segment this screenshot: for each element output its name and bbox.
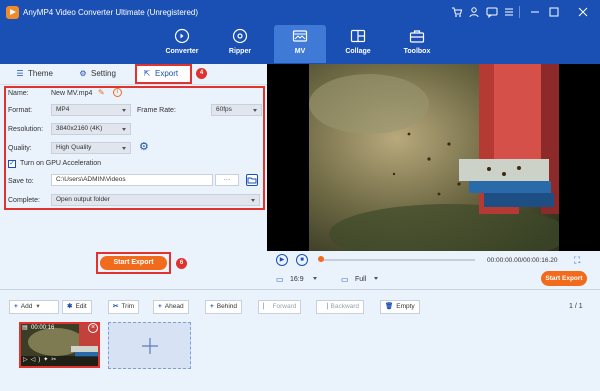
- behind-button[interactable]: + Behind: [205, 300, 243, 314]
- clip-controls: ▷◁)✦✂: [23, 356, 59, 363]
- export-icon: ⇱: [143, 69, 151, 78]
- minimize-icon[interactable]: [529, 6, 541, 18]
- add-clip-plus-icon: [142, 338, 158, 354]
- gpu-checkbox[interactable]: ✓: [8, 160, 16, 168]
- complete-label: Complete:: [8, 197, 40, 204]
- nav-mv[interactable]: MV: [274, 25, 326, 63]
- tab-theme[interactable]: ☰ Theme: [15, 66, 53, 82]
- open-folder-icon[interactable]: [246, 174, 258, 186]
- resolution-label: Resolution:: [8, 126, 44, 133]
- aspect-value[interactable]: 16:9: [290, 276, 304, 283]
- backward-button[interactable]: ⎹ Backward: [316, 300, 365, 314]
- aspect-dropdown-icon[interactable]: [313, 277, 317, 280]
- preview-start-export-button[interactable]: Start Export: [541, 271, 587, 286]
- page-indicator: 1 / 1: [569, 303, 583, 310]
- remove-clip-icon[interactable]: ×: [88, 323, 98, 333]
- play-icon[interactable]: ▶: [276, 254, 288, 266]
- clip-duration: 00:00:16: [31, 325, 55, 331]
- app-logo: [6, 6, 19, 19]
- empty-button[interactable]: 🗑 Empty: [380, 300, 420, 314]
- step-badge-4: 4: [196, 68, 207, 79]
- close-icon[interactable]: [577, 6, 589, 18]
- nav-converter[interactable]: Converter: [156, 25, 208, 63]
- converter-icon: [174, 28, 190, 44]
- forward-button[interactable]: ⎸ Forward: [258, 300, 302, 314]
- quality-label: Quality:: [8, 145, 32, 152]
- video-preview: [309, 64, 559, 251]
- browse-button[interactable]: ···: [215, 174, 239, 186]
- add-clip-placeholder[interactable]: [108, 322, 191, 369]
- saveto-path-input[interactable]: C:\Users\ADMIN\Videos: [51, 174, 213, 186]
- format-label: Format:: [8, 107, 33, 114]
- snapshot-icon[interactable]: ⛶: [574, 255, 580, 266]
- info-icon[interactable]: i: [113, 88, 122, 97]
- forward-icon: ⎸: [263, 303, 270, 310]
- monitor-icon: ▭: [341, 275, 349, 284]
- resolution-select[interactable]: 3840x2160 (4K): [51, 123, 131, 135]
- trim-button[interactable]: ✂ Trim: [108, 300, 140, 314]
- cart-icon[interactable]: [451, 6, 463, 18]
- collage-icon: [350, 29, 366, 43]
- plus-icon: +: [14, 303, 18, 310]
- window-title: AnyMP4 Video Converter Ultimate (Unregis…: [23, 8, 199, 17]
- toolbox-icon: [409, 30, 425, 43]
- film-icon: ▤: [22, 325, 28, 331]
- chat-icon[interactable]: [486, 6, 498, 19]
- time-display: 00:00:00.00/00:00:16.20: [487, 257, 558, 264]
- complete-select[interactable]: Open output folder: [51, 194, 260, 206]
- quality-settings-icon[interactable]: ⚙: [139, 141, 149, 153]
- mv-icon: [292, 30, 308, 42]
- menu-icon[interactable]: [503, 6, 515, 18]
- edit-button[interactable]: ✱ Edit: [62, 300, 92, 314]
- add-dropdown-icon: ▾: [36, 303, 40, 310]
- ripper-icon: [232, 28, 248, 44]
- ahead-icon: +: [158, 303, 162, 310]
- nav-collage[interactable]: Collage: [332, 25, 384, 63]
- theme-icon: ☰: [16, 69, 24, 78]
- add-button[interactable]: + Add ▾: [9, 300, 59, 314]
- gear-icon: ⚙: [79, 69, 87, 78]
- maximize-icon[interactable]: [548, 6, 560, 18]
- scissors-icon: ✂: [113, 303, 119, 310]
- clip-play-icon[interactable]: ▷: [23, 357, 31, 363]
- step-badge-6: 6: [176, 258, 187, 269]
- edit-name-icon[interactable]: ✎: [98, 88, 105, 97]
- edit-icon: ✱: [67, 303, 73, 310]
- backward-icon: ⎹: [321, 303, 328, 310]
- titlebar-divider: [519, 6, 520, 18]
- framerate-select[interactable]: 60fps: [211, 104, 262, 116]
- format-select[interactable]: MP4: [51, 104, 131, 116]
- trash-icon: 🗑: [385, 303, 394, 310]
- start-export-button[interactable]: Start Export: [100, 256, 167, 270]
- clip-trim-icon[interactable]: ✂: [51, 357, 59, 363]
- progress-knob[interactable]: [318, 256, 324, 262]
- user-icon[interactable]: [468, 6, 480, 18]
- tab-export[interactable]: ⇱ Export: [142, 66, 178, 82]
- progress-track[interactable]: [319, 259, 475, 261]
- name-label: Name:: [8, 90, 29, 97]
- tab-setting[interactable]: ⚙ Setting: [78, 66, 116, 82]
- stop-icon[interactable]: ■: [296, 254, 308, 266]
- ahead-button[interactable]: + Ahead: [153, 300, 189, 314]
- name-value: New MV.mp4: [51, 90, 93, 97]
- clip-volume-icon[interactable]: ◁): [31, 357, 44, 363]
- nav-toolbox[interactable]: Toolbox: [391, 25, 443, 63]
- gpu-label: Turn on GPU Acceleration: [20, 160, 102, 167]
- aspect-icon: ▭: [276, 275, 284, 284]
- framerate-label: Frame Rate:: [137, 107, 176, 114]
- nav-ripper[interactable]: Ripper: [214, 25, 266, 63]
- behind-icon: +: [210, 303, 214, 310]
- saveto-label: Save to:: [8, 178, 34, 185]
- view-value[interactable]: Full: [355, 276, 366, 283]
- view-dropdown-icon[interactable]: [374, 277, 378, 280]
- quality-select[interactable]: High Quality: [51, 142, 131, 154]
